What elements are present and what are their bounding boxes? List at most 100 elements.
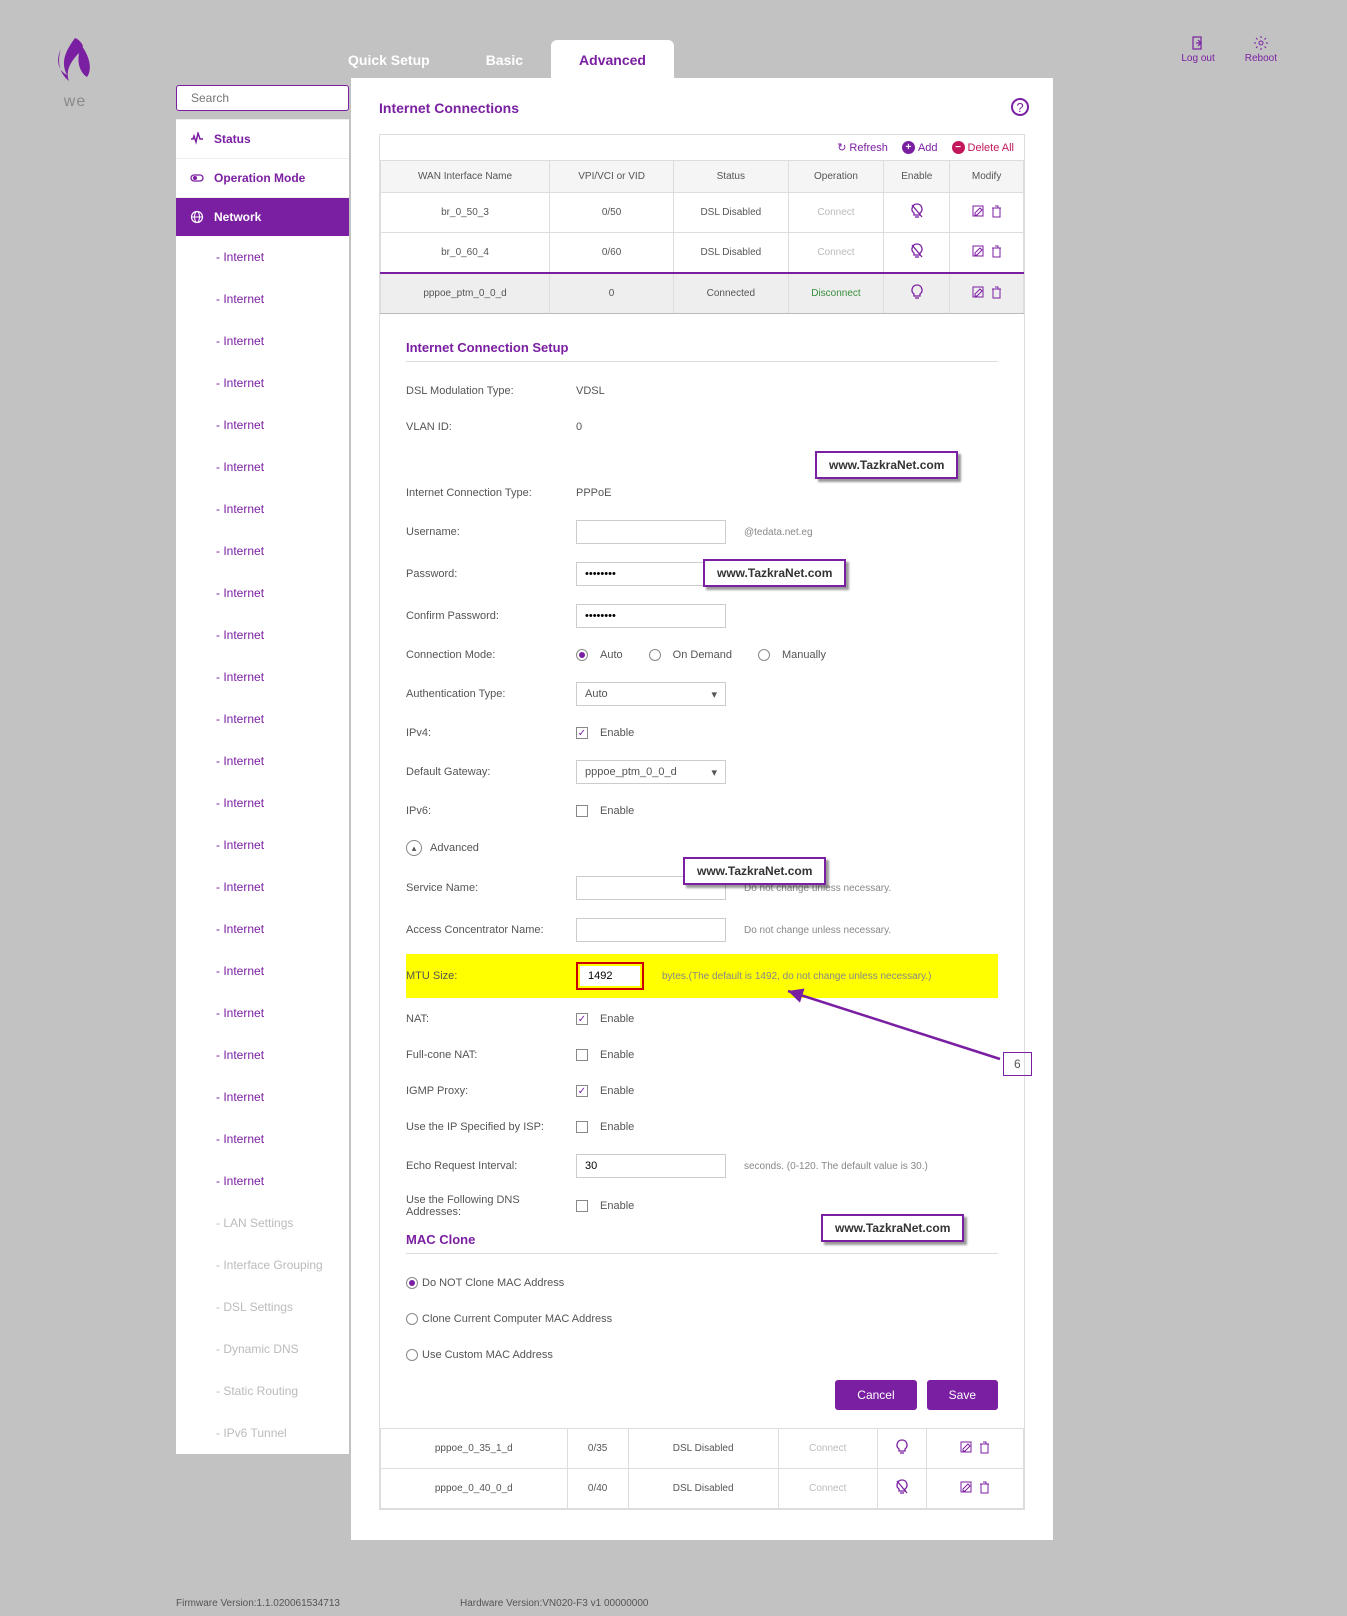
nav-sub-internet[interactable]: - Internet [176,950,349,992]
igmp-checkbox[interactable]: ✓ [576,1085,588,1097]
nav-sub-item[interactable]: - DSL Settings [176,1286,349,1328]
nav-sub-internet[interactable]: - Internet [176,992,349,1034]
trash-icon[interactable] [979,1441,990,1457]
help-icon[interactable]: ? [1011,98,1029,116]
cancel-button[interactable]: Cancel [835,1380,916,1410]
trash-icon[interactable] [991,245,1002,261]
vlan-value: 0 [576,421,998,433]
edit-icon[interactable] [972,245,985,261]
table-row[interactable]: pppoe_0_35_1_d0/35DSL DisabledConnect [381,1429,1024,1469]
ipv4-checkbox[interactable]: ✓ [576,727,588,739]
nav-sub-item[interactable]: - Dynamic DNS [176,1328,349,1370]
delete-all-button[interactable]: − Delete All [952,141,1014,154]
mac-custom-radio[interactable] [406,1349,418,1361]
nav-sub-item[interactable]: - IPv6 Tunnel [176,1412,349,1454]
bulb-icon[interactable] [895,1482,909,1498]
logout-button[interactable]: Log out [1181,35,1214,64]
advanced-toggle[interactable]: ▴Advanced [406,840,998,856]
nav-network[interactable]: Network [176,197,349,236]
nat-checkbox[interactable]: ✓ [576,1013,588,1025]
nav-sub-internet[interactable]: - Internet [176,1160,349,1202]
ipv6-checkbox[interactable] [576,805,588,817]
nav-sub-internet[interactable]: - Internet [176,530,349,572]
fullcone-checkbox[interactable] [576,1049,588,1061]
table-row[interactable]: br_0_60_40/60DSL DisabledConnect [381,233,1024,274]
nav-sub-internet[interactable]: - Internet [176,362,349,404]
search-input[interactable] [191,91,346,105]
table-header: Status [674,161,788,193]
logout-label: Log out [1181,53,1214,64]
refresh-button[interactable]: ↻ Refresh [837,141,888,154]
nav-sub-internet[interactable]: - Internet [176,320,349,362]
tab-advanced[interactable]: Advanced [551,40,674,80]
nav-sub-item[interactable]: - Interface Grouping [176,1244,349,1286]
add-button[interactable]: + Add [902,141,938,154]
dns-checkbox[interactable] [576,1200,588,1212]
main-tabs: Quick Setup Basic Advanced [320,40,674,80]
nav-operation-mode[interactable]: Operation Mode [176,158,349,197]
operation-link[interactable]: Disconnect [788,273,884,314]
echo-input[interactable] [576,1154,726,1178]
nav-sub-internet[interactable]: - Internet [176,614,349,656]
mode-manual-radio[interactable] [758,649,770,661]
mac-clone-radio[interactable] [406,1313,418,1325]
mtu-input[interactable] [580,966,640,986]
nav-status[interactable]: Status [176,119,349,158]
mode-auto-radio[interactable] [576,649,588,661]
nav-sub-internet[interactable]: - Internet [176,1118,349,1160]
table-row[interactable]: pppoe_ptm_0_0_d0ConnectedDisconnect [381,273,1024,314]
table-row[interactable]: br_0_50_30/50DSL DisabledConnect [381,193,1024,233]
nav-sub-internet[interactable]: - Internet [176,488,349,530]
isp-ip-checkbox[interactable] [576,1121,588,1133]
logout-icon [1190,35,1206,51]
mtu-highlight: MTU Size:bytes.(The default is 1492, do … [406,954,998,998]
nav-sub-internet[interactable]: - Internet [176,908,349,950]
operation-link[interactable]: Connect [788,233,884,274]
nav-sub-internet[interactable]: - Internet [176,824,349,866]
nav-sub-internet[interactable]: - Internet [176,404,349,446]
edit-icon[interactable] [972,205,985,221]
wan-footer-table: pppoe_0_35_1_d0/35DSL DisabledConnectppp… [380,1428,1024,1509]
nav-sub-internet[interactable]: - Internet [176,740,349,782]
bulb-icon[interactable] [910,287,924,303]
mac-noclone-radio[interactable] [406,1277,418,1289]
sidebar: Status Operation Mode Network - Internet… [176,85,349,1454]
username-input[interactable] [576,520,726,544]
nav-sub-internet[interactable]: - Internet [176,1076,349,1118]
trash-icon[interactable] [991,286,1002,302]
edit-icon[interactable] [960,1481,973,1497]
table-header: Enable [884,161,950,193]
tab-quick-setup[interactable]: Quick Setup [320,40,458,80]
trash-icon[interactable] [979,1481,990,1497]
reboot-button[interactable]: Reboot [1245,35,1277,64]
save-button[interactable]: Save [927,1380,998,1410]
edit-icon[interactable] [960,1441,973,1457]
operation-link[interactable]: Connect [778,1469,877,1509]
nav-sub-internet[interactable]: - Internet [176,278,349,320]
mode-ondemand-radio[interactable] [649,649,661,661]
nav-sub-internet[interactable]: - Internet [176,446,349,488]
nav-sub-internet[interactable]: - Internet [176,1034,349,1076]
auth-type-select[interactable]: Auto▾ [576,682,726,706]
nav-sub-item[interactable]: - Static Routing [176,1370,349,1412]
table-row[interactable]: pppoe_0_40_0_d0/40DSL DisabledConnect [381,1469,1024,1509]
nav-sub-internet[interactable]: - Internet [176,782,349,824]
operation-link[interactable]: Connect [778,1429,877,1469]
tab-basic[interactable]: Basic [458,40,551,80]
nav-sub-item[interactable]: - LAN Settings [176,1202,349,1244]
nav-sub-internet[interactable]: - Internet [176,656,349,698]
nav-sub-internet[interactable]: - Internet [176,572,349,614]
operation-link[interactable]: Connect [788,193,884,233]
trash-icon[interactable] [991,205,1002,221]
confirm-password-input[interactable] [576,604,726,628]
gateway-select[interactable]: pppoe_ptm_0_0_d▾ [576,760,726,784]
nav-sub-internet[interactable]: - Internet [176,236,349,278]
search-box[interactable] [176,85,349,111]
ac-name-input[interactable] [576,918,726,942]
bulb-icon[interactable] [910,246,924,262]
bulb-icon[interactable] [910,206,924,222]
bulb-icon[interactable] [895,1442,909,1458]
nav-sub-internet[interactable]: - Internet [176,698,349,740]
edit-icon[interactable] [972,286,985,302]
nav-sub-internet[interactable]: - Internet [176,866,349,908]
